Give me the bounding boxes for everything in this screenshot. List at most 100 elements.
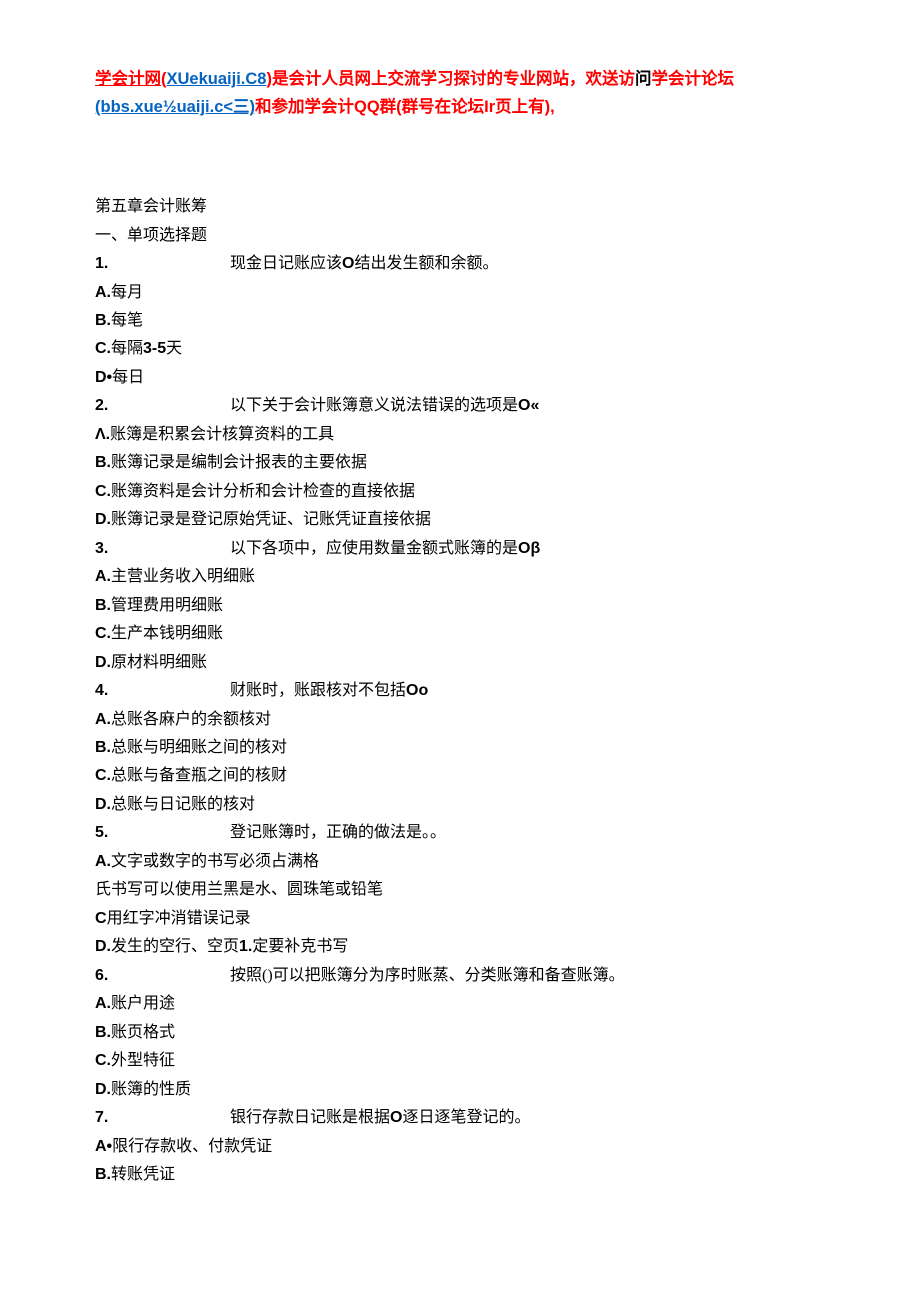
option-a: A.主营业务收入明细账 bbox=[95, 563, 825, 591]
option-d: D.账簿的性质 bbox=[95, 1076, 825, 1104]
option-text: 账簿记录是编制会计报表的主要依据 bbox=[111, 454, 367, 471]
question-3: 3.以下各项中，应使用数量金额式账簿的是Oβ bbox=[95, 535, 825, 563]
answer-marker: O bbox=[342, 255, 354, 272]
option-d: D.发生的空行、空页1.定要补克书写 bbox=[95, 933, 825, 961]
option-prefix: A. bbox=[95, 853, 111, 870]
option-prefix: B. bbox=[95, 1166, 111, 1183]
option-b: B.账页格式 bbox=[95, 1019, 825, 1047]
forum-link[interactable]: 学会计论坛 bbox=[651, 70, 734, 88]
option-text: 总账与日记账的核对 bbox=[111, 796, 255, 813]
document-header: 学会计网(XUekuaiji.C8)是会计人员网上交流学习探讨的专业网站，欢送访… bbox=[95, 65, 825, 121]
option-prefix: B. bbox=[95, 1024, 111, 1041]
document-content: 第五章会计账筹 一、单项选择题 1.现金日记账应该O结出发生额和余额。 A.每月… bbox=[95, 193, 825, 1189]
option-prefix: D. bbox=[95, 796, 111, 813]
question-4: 4.财账时，账跟核对不包括Oo bbox=[95, 677, 825, 705]
option-prefix: B. bbox=[95, 739, 111, 756]
option-a: A•限行存款收、付款凭证 bbox=[95, 1133, 825, 1161]
option-prefix: C. bbox=[95, 483, 111, 500]
option-text: 外型特征 bbox=[111, 1052, 175, 1069]
answer-marker: O bbox=[390, 1109, 402, 1126]
option-prefix: A. bbox=[95, 568, 111, 585]
option-text: 用红字冲消错误记录 bbox=[107, 910, 251, 927]
option-number: 1. bbox=[239, 938, 252, 955]
option-text: 原材料明细账 bbox=[111, 654, 207, 671]
option-prefix: D• bbox=[95, 369, 112, 386]
question-text: 现金日记账应该 bbox=[230, 255, 342, 272]
option-text: 总账与备查瓶之间的核财 bbox=[111, 767, 287, 784]
option-c: C.账簿资料是会计分析和会计检查的直接依据 bbox=[95, 478, 825, 506]
option-prefix: A. bbox=[95, 711, 111, 728]
question-text: 财账时，账跟核对不包括 bbox=[230, 682, 406, 699]
option-text: 天 bbox=[166, 340, 182, 357]
option-text: 账页格式 bbox=[111, 1024, 175, 1041]
option-text: 生产本钱明细账 bbox=[111, 625, 223, 642]
question-text: 银行存款日记账是根据 bbox=[230, 1109, 390, 1126]
answer-marker: Oβ bbox=[518, 540, 540, 557]
option-prefix: C. bbox=[95, 340, 111, 357]
question-1: 1.现金日记账应该O结出发生额和余额。 bbox=[95, 250, 825, 278]
option-prefix: A. bbox=[95, 284, 111, 301]
option-text: 账簿的性质 bbox=[111, 1081, 191, 1098]
option-prefix: A. bbox=[95, 995, 111, 1012]
option-b: 氏书写可以使用兰黑是水、圆珠笔或铅笔 bbox=[95, 876, 825, 904]
forum-url-link[interactable]: (bbs.xue½uaiji.c<三) bbox=[95, 98, 255, 116]
option-prefix: B. bbox=[95, 312, 111, 329]
option-prefix: C. bbox=[95, 625, 111, 642]
option-a: A.总账各麻户的余额核对 bbox=[95, 706, 825, 734]
option-b: B.管理费用明细账 bbox=[95, 592, 825, 620]
qq-group-text: 和参加学会计QQ群(群号在论坛Ir页上有), bbox=[255, 98, 555, 116]
option-b: B.转账凭证 bbox=[95, 1161, 825, 1189]
option-text: 主营业务收入明细账 bbox=[111, 568, 255, 585]
question-number: 4. bbox=[95, 677, 230, 705]
option-prefix: B. bbox=[95, 454, 111, 471]
option-c: C.生产本钱明细账 bbox=[95, 620, 825, 648]
option-text: 每月 bbox=[111, 284, 143, 301]
option-text: 总账各麻户的余额核对 bbox=[111, 711, 271, 728]
option-a: A.账户用途 bbox=[95, 990, 825, 1018]
option-c: C.外型特征 bbox=[95, 1047, 825, 1075]
site-url-link[interactable]: XUekuaiji.C8 bbox=[167, 70, 267, 88]
option-text: 总账与明细账之间的核对 bbox=[111, 739, 287, 756]
section-title: 一、单项选择题 bbox=[95, 222, 825, 250]
answer-marker: O« bbox=[518, 397, 539, 414]
question-number: 2. bbox=[95, 392, 230, 420]
site-name-link[interactable]: 学会计网 bbox=[95, 70, 161, 88]
option-text: 定要补克书写 bbox=[252, 938, 348, 955]
option-prefix: Λ. bbox=[95, 426, 110, 443]
option-text: 发生的空行、空页 bbox=[111, 938, 239, 955]
option-text: 文字或数字的书写必须占满格 bbox=[111, 853, 319, 870]
option-prefix: A• bbox=[95, 1138, 112, 1155]
question-text: 结出发生额和余额。 bbox=[354, 255, 498, 272]
option-d: D.总账与日记账的核对 bbox=[95, 791, 825, 819]
option-d: D•每日 bbox=[95, 364, 825, 392]
option-b: B.每笔 bbox=[95, 307, 825, 335]
question-text: 登记账簿时，正确的做法是。。 bbox=[230, 824, 446, 841]
question-text: 逐日逐笔登记的。 bbox=[402, 1109, 530, 1126]
option-a: Λ.账簿是积累会计核算资料的工具 bbox=[95, 421, 825, 449]
chapter-title: 第五章会计账筹 bbox=[95, 193, 825, 221]
question-text: 以下各项中，应使用数量金额式账簿的是 bbox=[230, 540, 518, 557]
question-5: 5.登记账簿时，正确的做法是。。 bbox=[95, 819, 825, 847]
option-text: 管理费用明细账 bbox=[111, 597, 223, 614]
header-text: 问 bbox=[635, 70, 652, 88]
option-a: A.每月 bbox=[95, 279, 825, 307]
option-prefix: D. bbox=[95, 1081, 111, 1098]
question-text: 以下关于会计账簿意义说法错误的选项是 bbox=[230, 397, 518, 414]
option-text: 每隔 bbox=[111, 340, 143, 357]
header-description: 是会计人员网上交流学习探讨的专业网站，欢送访 bbox=[272, 70, 635, 88]
option-text: 账簿记录是登记原始凭证、记账凭证直接依据 bbox=[111, 511, 431, 528]
option-b: B.账簿记录是编制会计报表的主要依据 bbox=[95, 449, 825, 477]
option-b: B.总账与明细账之间的核对 bbox=[95, 734, 825, 762]
option-c: C用红字冲消错误记录 bbox=[95, 905, 825, 933]
option-text: 账户用途 bbox=[111, 995, 175, 1012]
question-text: 按照()可以把账簿分为序时账蒸、分类账簿和备查账簿。 bbox=[230, 967, 625, 984]
option-prefix: C bbox=[95, 910, 107, 927]
question-7: 7.银行存款日记账是根据O逐日逐笔登记的。 bbox=[95, 1104, 825, 1132]
option-number: 3-5 bbox=[143, 340, 166, 357]
question-number: 5. bbox=[95, 819, 230, 847]
option-c: C.每隔3-5天 bbox=[95, 335, 825, 363]
question-number: 3. bbox=[95, 535, 230, 563]
option-d: D.账簿记录是登记原始凭证、记账凭证直接依据 bbox=[95, 506, 825, 534]
option-text: 转账凭证 bbox=[111, 1166, 175, 1183]
option-prefix: B. bbox=[95, 597, 111, 614]
